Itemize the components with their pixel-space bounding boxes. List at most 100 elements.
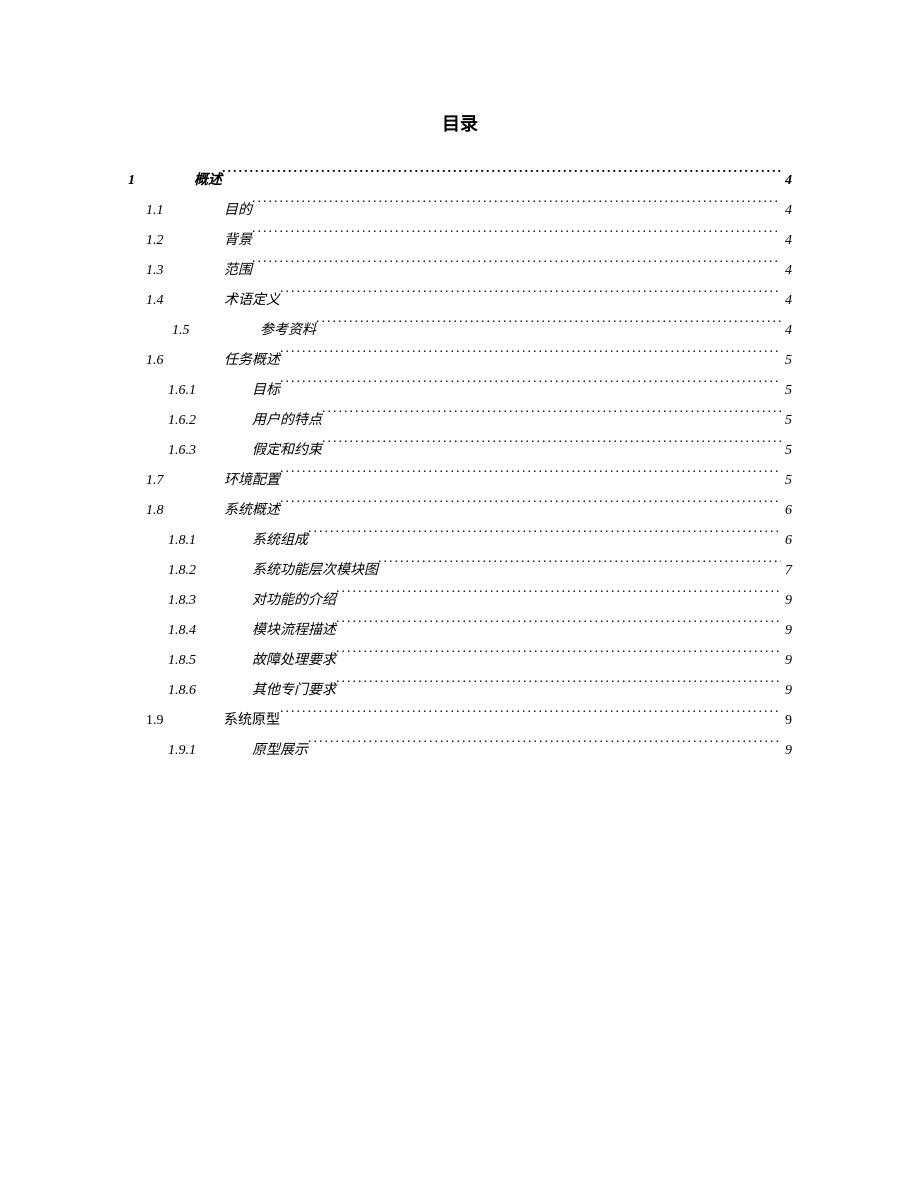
- toc-entry: 1.4术语定义 4: [146, 286, 792, 316]
- toc-leader-dots: [222, 170, 781, 184]
- toc-entry-number: 1.8.2: [168, 556, 252, 586]
- toc-leader-dots: [336, 590, 781, 604]
- toc-entry: 1.3范围 4: [146, 256, 792, 286]
- toc-entry-page: 7: [781, 556, 792, 586]
- toc-leader-dots: [280, 710, 781, 724]
- toc-entry-number: 1.2: [146, 226, 224, 256]
- toc-entry-page: 9: [781, 616, 792, 646]
- toc-entry-number: 1.6.2: [168, 406, 252, 436]
- toc-leader-dots: [280, 470, 781, 484]
- toc-entry-text: 故障处理要求: [252, 646, 336, 676]
- toc-entry-page: 5: [781, 466, 792, 496]
- toc-entry-text: 目的: [224, 196, 252, 226]
- toc-entry-page: 4: [781, 226, 792, 256]
- toc-entry: 1.8.4模块流程描述 9: [168, 616, 792, 646]
- toc-entry-number: 1.5: [172, 316, 260, 346]
- toc-leader-dots: [280, 350, 781, 364]
- toc-leader-dots: [378, 560, 781, 574]
- document-page: 目录 1概述41.1目的41.2背景41.3范围41.4术语定义41.5参考资料…: [0, 0, 920, 1191]
- toc-entry: 1.8.1系统组成 6: [168, 526, 792, 556]
- toc-leader-dots: [252, 260, 781, 274]
- toc-entry: 1.9系统原型 9: [146, 706, 792, 736]
- toc-entry-page: 4: [781, 316, 792, 346]
- toc-entry: 1.6.2用户的特点 5: [168, 406, 792, 436]
- toc-entry-number: 1.8.6: [168, 676, 252, 706]
- toc-entry-number: 1.8: [146, 496, 224, 526]
- toc-entry-page: 4: [781, 286, 792, 316]
- toc-entry-text: 系统原型: [224, 706, 280, 736]
- toc-entry: 1.8.6其他专门要求 9: [168, 676, 792, 706]
- toc-entry-page: 9: [781, 676, 792, 706]
- toc-entry: 1.5参考资料 4: [172, 316, 792, 346]
- toc-entry-text: 目标: [252, 376, 280, 406]
- toc-leader-dots: [308, 740, 781, 754]
- toc-entry-page: 5: [781, 346, 792, 376]
- toc-leader-dots: [336, 620, 781, 634]
- toc-entry-number: 1.6.1: [168, 376, 252, 406]
- toc-entry-text: 概述: [194, 166, 222, 196]
- toc-entry: 1概述 4: [128, 166, 792, 196]
- toc-entry-text: 参考资料: [260, 316, 316, 346]
- toc-entry: 1.8.5故障处理要求 9: [168, 646, 792, 676]
- toc-entry-text: 其他专门要求: [252, 676, 336, 706]
- toc-leader-dots: [308, 530, 781, 544]
- toc-entry-number: 1.9: [146, 706, 224, 736]
- toc-entry-number: 1: [128, 166, 194, 196]
- toc-entry-number: 1.8.1: [168, 526, 252, 556]
- toc-entry: 1.8.2系统功能层次模块图 7: [168, 556, 792, 586]
- toc-entry: 1.6任务概述 5: [146, 346, 792, 376]
- toc-entry-text: 原型展示: [252, 736, 308, 766]
- toc-entry-text: 范围: [224, 256, 252, 286]
- toc-leader-dots: [336, 680, 781, 694]
- toc-entry-page: 9: [781, 586, 792, 616]
- toc-entry: 1.6.3假定和约束 5: [168, 436, 792, 466]
- toc-leader-dots: [336, 650, 781, 664]
- toc-entry-page: 6: [781, 526, 792, 556]
- toc-entry-number: 1.3: [146, 256, 224, 286]
- toc-leader-dots: [316, 320, 781, 334]
- toc-entry: 1.8系统概述 6: [146, 496, 792, 526]
- toc-entry: 1.1目的 4: [146, 196, 792, 226]
- toc-entry-number: 1.8.5: [168, 646, 252, 676]
- toc-entry-number: 1.6.3: [168, 436, 252, 466]
- toc-entry: 1.6.1目标5: [168, 376, 792, 406]
- toc-entry-text: 术语定义: [224, 286, 280, 316]
- toc-entry-page: 4: [781, 166, 792, 196]
- toc-entry-page: 9: [781, 706, 792, 736]
- toc-entry: 1.9.1原型展示9: [168, 736, 792, 766]
- toc-leader-dots: [252, 200, 781, 214]
- toc-leader-dots: [280, 380, 781, 394]
- toc-entry-number: 1.7: [146, 466, 224, 496]
- toc-entry-page: 4: [781, 256, 792, 286]
- table-of-contents: 1概述41.1目的41.2背景41.3范围41.4术语定义41.5参考资料41.…: [128, 166, 792, 766]
- toc-entry-number: 1.6: [146, 346, 224, 376]
- toc-entry-text: 系统概述: [224, 496, 280, 526]
- toc-entry-text: 任务概述: [224, 346, 280, 376]
- toc-leader-dots: [280, 290, 781, 304]
- toc-entry-text: 模块流程描述: [252, 616, 336, 646]
- toc-leader-dots: [280, 500, 781, 514]
- toc-entry-number: 1.1: [146, 196, 224, 226]
- toc-entry-page: 5: [781, 436, 792, 466]
- toc-entry-page: 9: [781, 646, 792, 676]
- toc-entry: 1.2背景 4: [146, 226, 792, 256]
- toc-leader-dots: [252, 230, 781, 244]
- toc-entry-text: 对功能的介绍: [252, 586, 336, 616]
- toc-entry-text: 系统组成: [252, 526, 308, 556]
- toc-entry-text: 用户的特点: [252, 406, 322, 436]
- toc-entry-text: 系统功能层次模块图: [252, 556, 378, 586]
- toc-entry-page: 9: [781, 736, 792, 766]
- toc-entry-number: 1.4: [146, 286, 224, 316]
- toc-leader-dots: [322, 410, 781, 424]
- toc-entry-text: 环境配置: [224, 466, 280, 496]
- toc-entry: 1.8.3对功能的介绍 9: [168, 586, 792, 616]
- toc-entry-text: 背景: [224, 226, 252, 256]
- toc-entry-text: 假定和约束: [252, 436, 322, 466]
- toc-entry-number: 1.8.4: [168, 616, 252, 646]
- toc-entry-page: 4: [781, 196, 792, 226]
- toc-entry-page: 6: [781, 496, 792, 526]
- toc-entry-number: 1.8.3: [168, 586, 252, 616]
- toc-entry: 1.7环境配置 5: [146, 466, 792, 496]
- toc-entry-page: 5: [781, 406, 792, 436]
- toc-title: 目录: [128, 110, 792, 136]
